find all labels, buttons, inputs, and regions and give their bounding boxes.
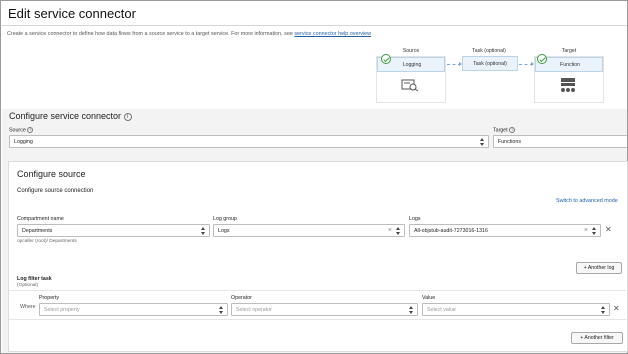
property-label: Property <box>39 295 60 301</box>
source-check-icon <box>381 54 391 64</box>
help-overview-link[interactable]: service connector help overview <box>294 31 371 37</box>
spinner-icon <box>219 306 224 314</box>
spinner-icon <box>396 227 401 235</box>
another-filter-label: Another filter <box>584 335 614 341</box>
another-filter-button[interactable]: + Another filter <box>571 332 623 344</box>
operator-select[interactable]: Select operator <box>231 303 418 316</box>
log-filter-title: Log filter task <box>17 276 52 282</box>
property-select[interactable]: Select property <box>39 303 228 316</box>
function-icon <box>561 78 575 92</box>
configure-source-title: Configure source <box>17 169 86 179</box>
flow-task-box[interactable]: Task (optional) <box>462 56 518 71</box>
connector-source-select[interactable]: Logging <box>9 135 489 148</box>
spinner-icon <box>592 227 597 235</box>
value-label: Value <box>422 295 436 301</box>
configure-source-card: Configure source Configure source connec… <box>8 161 628 352</box>
connector-target-select[interactable]: Functions <box>493 135 627 148</box>
plus-icon: + <box>583 265 587 271</box>
connector-target-value: Functions <box>498 139 521 145</box>
spinner-icon <box>409 306 414 314</box>
plus-icon: + <box>580 335 584 341</box>
spinner-icon <box>601 306 606 314</box>
compartment-value: Departments <box>22 228 53 234</box>
intro-description: Create a service connector to define how… <box>7 31 295 37</box>
configure-connector-title: Configure service connector i <box>9 111 132 121</box>
flow-target-value: Function <box>560 62 580 68</box>
clear-x-icon[interactable]: × <box>584 227 588 234</box>
remove-log-x-icon[interactable]: ✕ <box>605 225 612 234</box>
help-icon[interactable]: ? <box>27 127 34 133</box>
flow-source-panel[interactable]: Logging <box>376 54 446 103</box>
flow-target-label: Target <box>561 48 577 54</box>
connector-source-label: Source ? <box>9 127 34 134</box>
spinner-icon <box>201 227 206 235</box>
flow-task-label: Task (optional) <box>472 48 506 54</box>
compartment-select[interactable]: Departments <box>17 224 210 237</box>
logging-icon <box>401 79 419 92</box>
connector-target-label: Target ? <box>493 127 516 134</box>
remove-filter-x-icon[interactable]: ✕ <box>613 304 620 313</box>
flow-source-label: Source <box>402 48 420 54</box>
configure-source-subtitle: Configure source connection <box>17 188 94 194</box>
title-bar: Edit service connector <box>2 2 627 26</box>
intro-text: Create a service connector to define how… <box>7 31 371 37</box>
another-log-label: Another log <box>587 265 615 271</box>
target-check-icon <box>537 54 547 64</box>
flow-target-panel[interactable]: Function <box>534 54 604 103</box>
flow-task-value: Task (optional) <box>473 61 507 67</box>
logs-select[interactable]: All-objstub-audit-7273016-1316 × <box>409 224 601 237</box>
clear-x-icon[interactable]: × <box>388 227 392 234</box>
log-group-label: Log group <box>213 216 237 222</box>
log-filter-optional: (Optional) <box>17 283 39 288</box>
where-label: Where <box>20 304 36 310</box>
spinner-icon <box>480 138 485 146</box>
service-connector-window: Edit service connector Create a service … <box>0 0 628 354</box>
log-group-select[interactable]: Logs × <box>213 224 405 237</box>
property-placeholder: Select property <box>44 307 80 313</box>
page-title: Edit service connector <box>8 6 136 21</box>
log-group-value: Logs <box>218 228 230 234</box>
filter-row: Where Property Select property Operator … <box>9 290 628 320</box>
logs-value: All-objstub-audit-7273016-1316 <box>414 228 488 234</box>
compartment-path: opcaller (root)/ Departments <box>17 239 77 244</box>
help-icon[interactable]: ? <box>509 127 516 133</box>
advanced-mode-link[interactable]: Switch to advanced mode <box>556 198 618 204</box>
compartment-label: Compartment name <box>17 216 64 222</box>
operator-placeholder: Select operator <box>236 307 272 313</box>
another-log-button[interactable]: + Another log <box>576 262 622 274</box>
value-select[interactable]: Select value <box>422 303 610 316</box>
connector-source-value: Logging <box>14 139 33 145</box>
operator-label: Operator <box>231 295 252 301</box>
value-placeholder: Select value <box>427 307 456 313</box>
help-icon[interactable]: i <box>123 112 132 121</box>
logs-label: Logs <box>409 216 421 222</box>
